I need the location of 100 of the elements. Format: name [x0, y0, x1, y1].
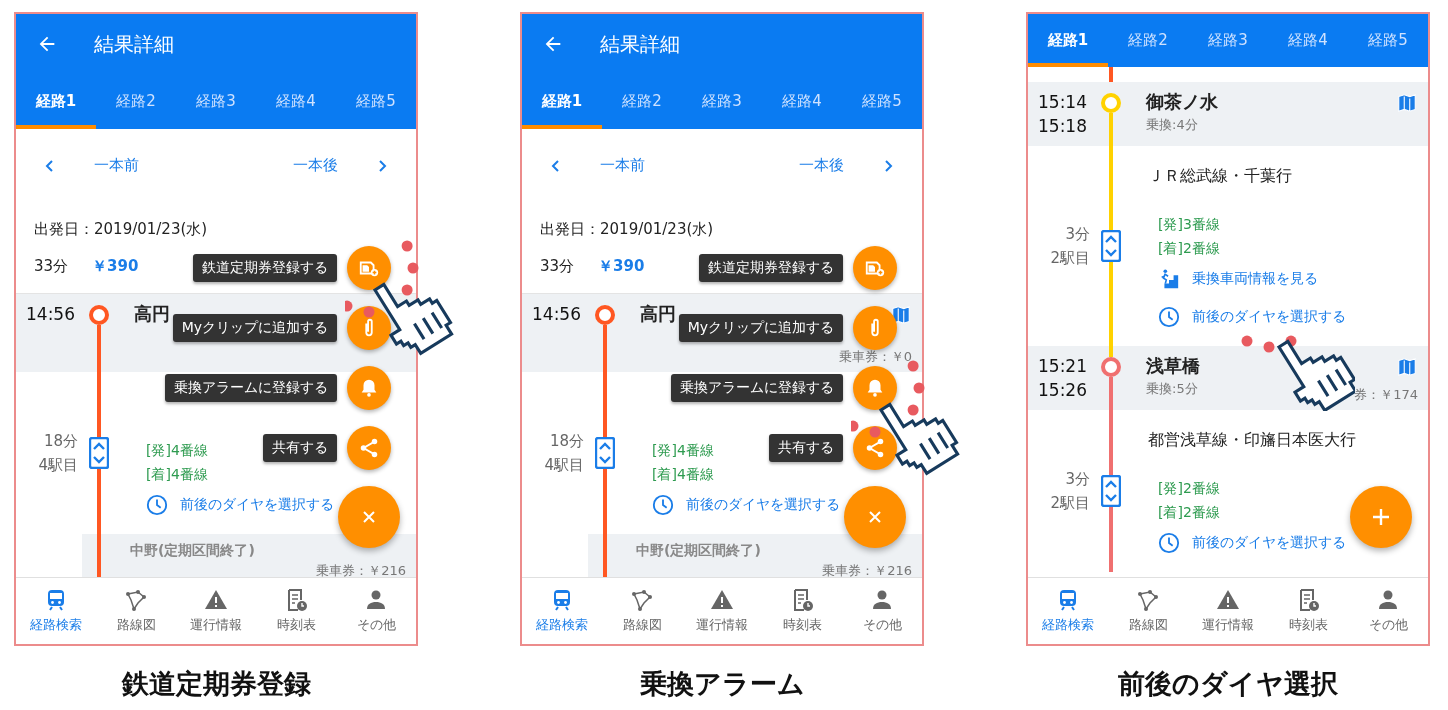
map-icon[interactable] [1396, 92, 1418, 114]
route-tab[interactable]: 経路2 [96, 74, 176, 129]
bottom-nav-item[interactable]: その他 [336, 578, 416, 644]
route-tab[interactable]: 経路1 [16, 74, 96, 129]
route-tab[interactable]: 経路1 [1028, 14, 1108, 67]
share-icon [358, 437, 380, 459]
previous-train-link[interactable]: 一本前 [94, 156, 139, 175]
bottom-nav-item[interactable]: 時刻表 [1268, 578, 1348, 644]
add-button[interactable] [1350, 486, 1412, 548]
bottom-nav-item[interactable]: 運行情報 [682, 578, 762, 644]
chevron-left-icon[interactable] [44, 159, 56, 172]
ride-duration: 3分 [1065, 224, 1090, 245]
chevron-right-icon[interactable] [882, 159, 894, 172]
action-tooltip: 共有する [263, 434, 337, 462]
action-tooltip: 鉄道定期券登録する [193, 254, 337, 282]
clock-icon [1158, 306, 1180, 328]
action-button[interactable] [853, 366, 897, 410]
screen-caption: 乗換アラーム [639, 667, 805, 701]
next-train-link[interactable]: 一本後 [293, 156, 338, 175]
link-text[interactable]: 前後のダイヤを選択する [180, 496, 334, 514]
time-text: 15:18 [1038, 115, 1088, 138]
stop-count: 4駅目 [38, 455, 78, 476]
next-train-link[interactable]: 一本後 [799, 156, 844, 175]
expand-icon[interactable] [89, 437, 109, 469]
time-text: 14:56 [532, 303, 582, 326]
transfer-time: 乗換:5分 [1146, 380, 1199, 398]
route-map-icon [630, 588, 654, 612]
total-duration: 33分 [540, 257, 575, 276]
station-name: 御茶ノ水 [1146, 90, 1218, 114]
total-duration: 33分 [34, 257, 69, 276]
time-text: 14:56 [26, 303, 76, 326]
route-tab[interactable]: 経路1 [522, 74, 602, 129]
platform-text: [発]2番線 [1157, 479, 1220, 498]
bottom-nav-item[interactable]: 時刻表 [762, 578, 842, 644]
route-map-icon [124, 588, 148, 612]
bottom-nav-item[interactable]: 運行情報 [1188, 578, 1268, 644]
ride-duration: 18分 [43, 431, 78, 452]
map-icon[interactable] [890, 304, 912, 326]
bottom-nav-item[interactable]: 路線図 [1108, 578, 1188, 644]
route-tab[interactable]: 経路5 [842, 74, 922, 129]
close-menu-button[interactable] [338, 486, 400, 548]
station-name: 高円 [134, 302, 170, 326]
bottom-nav-item[interactable]: 運行情報 [176, 578, 256, 644]
link-text[interactable]: 前後のダイヤを選択する [686, 496, 840, 514]
route-tab[interactable]: 経路5 [336, 74, 416, 129]
screen-title: 結果詳細 [94, 30, 174, 58]
expand-icon[interactable] [1101, 475, 1121, 507]
chevron-left-icon[interactable] [550, 159, 562, 172]
ticket-fare: 乗車券：￥216 [316, 562, 406, 577]
platform-text: [発]3番線 [1157, 215, 1220, 234]
departure-date: 出発日：2019/01/23(水) [34, 220, 209, 239]
link-text[interactable]: 前後のダイヤを選択する [1192, 534, 1346, 552]
expand-icon[interactable] [595, 437, 615, 469]
bottom-nav-item[interactable]: その他 [1348, 578, 1428, 644]
link-text[interactable]: 乗換車両情報を見る [1192, 270, 1318, 288]
platform-text: [着]4番線 [145, 465, 208, 484]
bottom-nav-item[interactable]: 経路検索 [1028, 578, 1108, 644]
clock-icon [146, 494, 168, 516]
transfer-time: 乗換:4分 [1146, 116, 1199, 134]
person-icon [364, 588, 388, 612]
map-icon[interactable] [1396, 356, 1418, 378]
clock-icon [1158, 532, 1180, 554]
warning-icon [1216, 588, 1240, 612]
bottom-nav-item[interactable]: その他 [842, 578, 922, 644]
platform-text: [着]4番線 [651, 465, 714, 484]
bottom-nav-item[interactable]: 経路検索 [522, 578, 602, 644]
route-tab[interactable]: 経路3 [682, 74, 762, 129]
time-text: 15:14 [1038, 91, 1088, 114]
bottom-nav-item[interactable]: 路線図 [602, 578, 682, 644]
route-tab[interactable]: 経路4 [1268, 14, 1348, 67]
expand-icon[interactable] [1101, 230, 1121, 262]
bottom-nav-item[interactable]: 時刻表 [256, 578, 336, 644]
stairs-walker-icon [1158, 268, 1180, 290]
route-tab[interactable]: 経路5 [1348, 14, 1428, 67]
platform-text: [着]2番線 [1157, 503, 1220, 522]
screen-caption: 鉄道定期券登録 [121, 667, 311, 701]
station-name: 高円 [640, 302, 676, 326]
route-tab[interactable]: 経路3 [176, 74, 256, 129]
ticket-fare: 乗車券：￥216 [822, 562, 912, 577]
chevron-right-icon[interactable] [376, 159, 388, 172]
bottom-nav-item[interactable]: 路線図 [96, 578, 176, 644]
action-tooltip: 共有する [769, 434, 843, 462]
previous-train-link[interactable]: 一本前 [600, 156, 645, 175]
train-line-name: ＪＲ総武線・千葉行 [1148, 166, 1292, 185]
action-tooltip: Myクリップに追加する [172, 314, 337, 342]
route-tab[interactable]: 経路4 [762, 74, 842, 129]
action-button[interactable] [347, 246, 391, 290]
warning-icon [204, 588, 228, 612]
close-menu-button[interactable] [844, 486, 906, 548]
platform-text: [着]2番線 [1157, 239, 1220, 258]
time-text: 15:26 [1038, 379, 1088, 402]
route-tab[interactable]: 経路2 [1108, 14, 1188, 67]
stop-count: 4駅目 [544, 455, 584, 476]
route-tab[interactable]: 経路2 [602, 74, 682, 129]
route-tab[interactable]: 経路4 [256, 74, 336, 129]
link-text[interactable]: 前後のダイヤを選択する [1192, 308, 1346, 326]
screen-caption: 前後のダイヤ選択 [1118, 667, 1338, 701]
bottom-nav-item[interactable]: 経路検索 [16, 578, 96, 644]
route-tab[interactable]: 経路3 [1188, 14, 1268, 67]
action-tooltip: 鉄道定期券登録する [699, 254, 843, 282]
